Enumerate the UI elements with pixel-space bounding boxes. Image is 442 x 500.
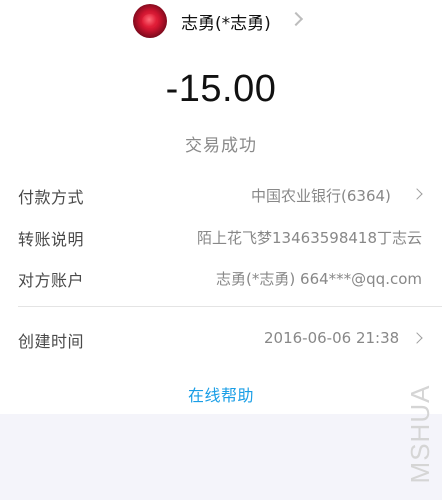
counterparty-account-value: 志勇(*志勇) 664***@qq.com bbox=[216, 270, 422, 288]
divider bbox=[18, 306, 442, 307]
chevron-right-icon bbox=[411, 332, 423, 344]
transaction-amount: -15.00 bbox=[165, 68, 277, 110]
created-time-row[interactable]: 创建时间 2016-06-06 21:38 bbox=[0, 324, 442, 354]
contact-header[interactable]: 志勇(*志勇) bbox=[0, 0, 442, 42]
payment-method-label: 付款方式 bbox=[18, 188, 85, 207]
contact-name[interactable]: 志勇(*志勇) bbox=[181, 9, 271, 34]
created-time-value: 2016-06-06 21:38 bbox=[264, 329, 400, 347]
created-time-label: 创建时间 bbox=[18, 332, 85, 351]
payment-method-row[interactable]: 付款方式 中国农业银行(6364) bbox=[0, 180, 442, 210]
watermark: MSHUA bbox=[400, 383, 440, 485]
chevron-right-icon bbox=[288, 11, 304, 27]
avatar[interactable] bbox=[133, 4, 167, 38]
bottom-area bbox=[0, 414, 442, 500]
online-help-link[interactable]: 在线帮助 bbox=[0, 382, 442, 406]
counterparty-account-row: 对方账户 志勇(*志勇) 664***@qq.com bbox=[0, 263, 442, 293]
transfer-remark-row: 转账说明 陌上花飞梦13463598418丁志云 bbox=[0, 222, 442, 252]
counterparty-account-label: 对方账户 bbox=[18, 271, 85, 290]
transfer-remark-label: 转账说明 bbox=[18, 230, 85, 249]
watermark-text: MSHUA bbox=[405, 384, 435, 484]
transfer-remark-value: 陌上花飞梦13463598418丁志云 bbox=[197, 229, 422, 247]
payment-method-value: 中国农业银行(6364) bbox=[251, 187, 391, 205]
transaction-status: 交易成功 bbox=[185, 136, 257, 156]
chevron-right-icon bbox=[411, 188, 423, 200]
